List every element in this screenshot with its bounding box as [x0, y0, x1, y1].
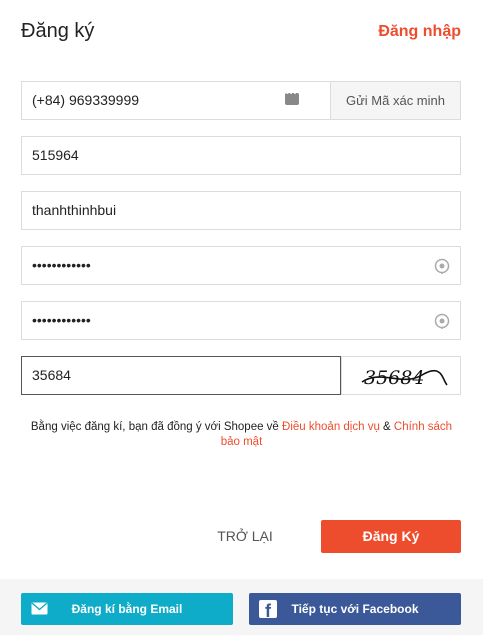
- terms-joiner: &: [379, 421, 394, 433]
- facebook-button[interactable]: Tiếp tục với Facebook: [249, 593, 461, 627]
- terms-of-service-link[interactable]: Điều khoản dịch vụ: [282, 421, 380, 433]
- show-confirm-password-icon[interactable]: [434, 313, 450, 329]
- back-button[interactable]: TRỞ LẠI: [205, 520, 285, 553]
- confirm-password-value: ••••••••••••: [32, 312, 91, 328]
- terms-text: Bằng việc đăng kí, bạn đã đồng ý với Sho…: [30, 420, 453, 450]
- phone-value: (+84) 969339999: [32, 92, 140, 108]
- register-button[interactable]: Đăng Ký: [321, 520, 461, 553]
- captcha-value: 35684: [32, 367, 71, 383]
- username-field[interactable]: thanhthinhbui: [21, 191, 461, 230]
- captcha-image[interactable]: 35684: [341, 356, 461, 395]
- login-link[interactable]: Đăng nhập: [378, 23, 461, 41]
- captcha-input[interactable]: 35684: [21, 356, 341, 395]
- facebook-label: Tiếp tục với Facebook: [291, 602, 419, 616]
- send-code-button[interactable]: Gửi Mã xác minh: [330, 82, 460, 119]
- password-field[interactable]: ••••••••••••: [21, 246, 461, 285]
- show-password-icon[interactable]: [434, 258, 450, 274]
- password-value: ••••••••••••: [32, 257, 91, 273]
- otp-field[interactable]: 515964: [21, 136, 461, 175]
- confirm-password-field[interactable]: ••••••••••••: [21, 301, 461, 340]
- username-value: thanhthinhbui: [32, 202, 117, 218]
- otp-value: 515964: [32, 147, 79, 163]
- social-bar: Đăng kí bằng Email Tiếp tục với Facebook: [0, 579, 483, 635]
- phone-field[interactable]: (+84) 969339999 Gửi Mã xác minh: [21, 81, 461, 120]
- page-title: Đăng ký: [21, 20, 95, 42]
- header: Đăng ký Đăng nhập: [21, 18, 461, 48]
- sms-icon: [285, 88, 299, 105]
- captcha-text: 35684: [364, 367, 424, 389]
- email-register-label: Đăng kí bằng Email: [71, 602, 183, 616]
- email-register-button[interactable]: Đăng kí bằng Email: [21, 593, 233, 625]
- terms-prefix: Bằng việc đăng kí, bạn đã đồng ý với Sho…: [30, 421, 283, 433]
